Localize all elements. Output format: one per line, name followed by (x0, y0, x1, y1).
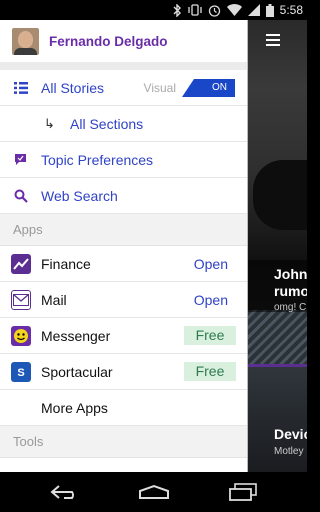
app-item-mail[interactable]: Mail Open (0, 282, 247, 318)
more-apps-label: More Apps (41, 399, 108, 416)
app-label: Messenger (41, 327, 111, 344)
yahoo-mail-icon (10, 289, 31, 310)
profile-name: Fernando Delgado (49, 33, 168, 49)
story-title[interactable]: John rumo (274, 266, 307, 300)
sportacular-icon: S (10, 361, 31, 382)
open-button[interactable]: Open (194, 292, 228, 308)
bluetooth-icon (173, 3, 182, 17)
menu-label: Topic Preferences (41, 151, 154, 168)
battery-icon (265, 3, 274, 17)
menu-topic-preferences[interactable]: Topic Preferences (0, 142, 247, 178)
speech-bubble-icon (0, 153, 41, 166)
free-button[interactable]: Free (184, 326, 236, 345)
visual-label: Visual (143, 80, 176, 95)
app-item-messenger[interactable]: Messenger Free (0, 318, 247, 354)
navigation-drawer: Fernando Delgado All Stories Visual ON ↳… (0, 20, 248, 472)
hamburger-menu-icon[interactable] (266, 34, 280, 49)
menu-web-search[interactable]: Web Search (0, 178, 247, 214)
status-time: 5:58 (279, 3, 303, 17)
visual-toggle[interactable]: ON (182, 78, 235, 97)
yahoo-finance-icon (10, 253, 31, 274)
app-label: Finance (41, 255, 91, 272)
apps-section-header: Apps (0, 214, 247, 246)
profile-header[interactable]: Fernando Delgado (0, 20, 247, 62)
wifi-icon (226, 4, 242, 16)
app-item-sportacular[interactable]: S Sportacular Free (0, 354, 247, 390)
yahoo-messenger-icon (10, 325, 31, 346)
avatar (12, 27, 39, 55)
tools-section-header: Tools (0, 426, 247, 458)
open-button[interactable]: Open (194, 256, 228, 272)
menu-label: All Stories (41, 79, 105, 96)
vibrate-icon (187, 4, 202, 16)
status-bar: 5:58 (0, 0, 307, 20)
menu-label: Web Search (41, 187, 118, 204)
system-navigation-bar (0, 472, 307, 512)
menu-all-stories[interactable]: All Stories Visual ON (0, 70, 247, 106)
sub-arrow-icon: ↳ (44, 115, 55, 131)
story-title-2[interactable]: Devic (274, 426, 307, 442)
menu-label: All Sections (70, 115, 144, 132)
app-label: Sportacular (41, 363, 113, 380)
toggle-state: ON (212, 82, 227, 93)
menu-all-sections[interactable]: ↳ All Sections (0, 106, 247, 142)
app-item-finance[interactable]: Finance Open (0, 246, 247, 282)
search-icon (0, 189, 41, 203)
news-stream-background: Johnrumo omg! C Devic Motley (248, 20, 307, 472)
more-apps-item[interactable]: More Apps (0, 390, 247, 426)
signal-icon (247, 4, 260, 16)
app-label: Mail (41, 291, 67, 308)
alarm-icon (208, 4, 221, 17)
recent-apps-icon[interactable] (228, 483, 258, 501)
story-source-2: Motley (274, 446, 304, 457)
free-button[interactable]: Free (184, 362, 236, 381)
list-icon (0, 81, 41, 94)
home-icon[interactable] (138, 484, 170, 500)
back-icon[interactable] (50, 484, 80, 500)
svg-text:S: S (17, 367, 24, 379)
story-source: omg! C (274, 302, 307, 313)
